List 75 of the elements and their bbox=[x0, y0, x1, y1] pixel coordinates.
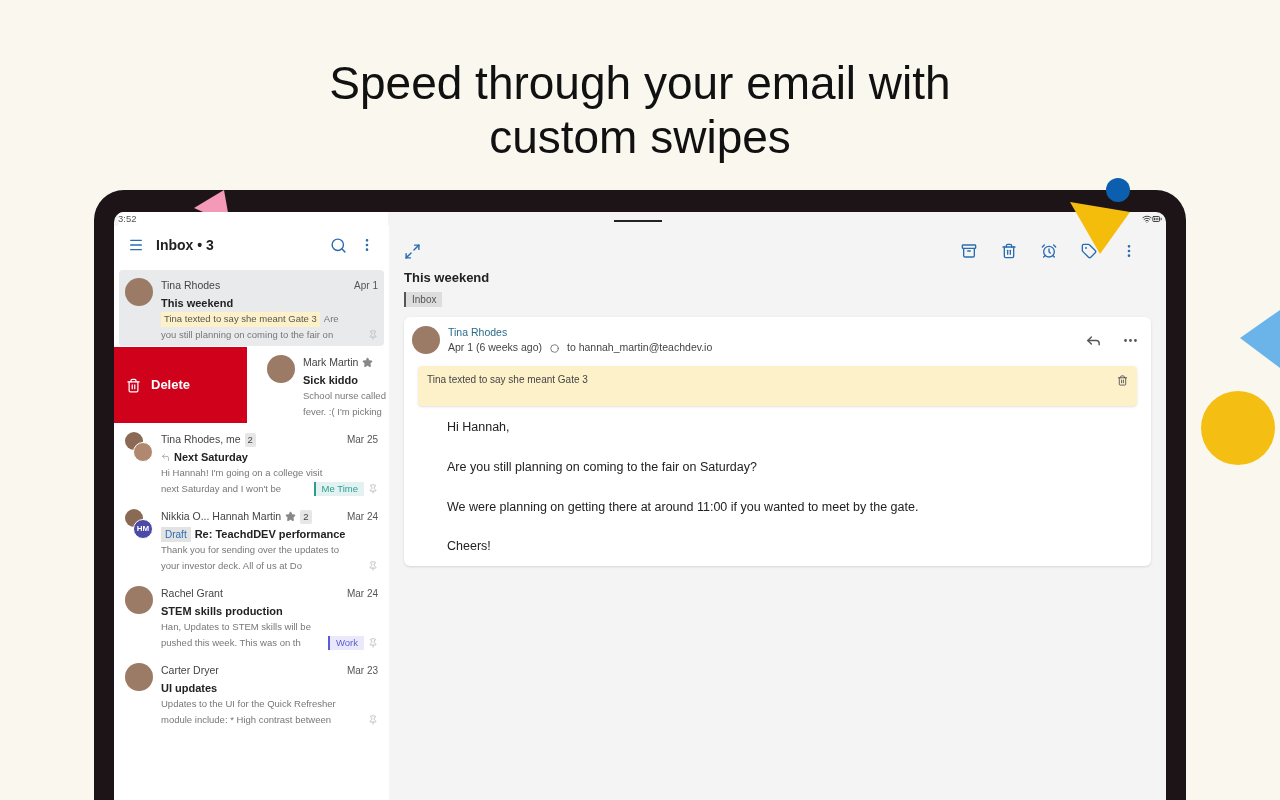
body-paragraph: Are you still planning on coming to the fair on Saturday? bbox=[447, 458, 758, 476]
avatar bbox=[125, 586, 153, 614]
email-subject: Re: TeachdDEV performance bbox=[194, 526, 346, 542]
dot-decoration bbox=[1105, 177, 1131, 203]
menu-icon[interactable] bbox=[128, 237, 144, 253]
email-subject: Next Saturday bbox=[174, 449, 248, 465]
email-subject: Sick kiddo bbox=[303, 372, 359, 388]
triangle-decoration bbox=[1240, 310, 1280, 370]
note-text: Tina texted to say she meant Gate 3 bbox=[427, 373, 589, 387]
email-preview: Hi Hannah! I'm going on a college visit bbox=[161, 466, 323, 481]
circle-icon bbox=[549, 343, 559, 353]
tag-label: Me Time bbox=[313, 481, 364, 496]
body-paragraph: Cheers! bbox=[447, 538, 492, 556]
avatar bbox=[133, 442, 153, 462]
email-preview: pushed this week. This was on th bbox=[161, 635, 301, 650]
sender-name: Tina Rhodes bbox=[161, 278, 221, 293]
email-date: Mar 25 bbox=[346, 433, 378, 448]
email-preview: Updates to the UI for the Quick Refresher bbox=[161, 697, 336, 712]
drag-handle[interactable] bbox=[614, 220, 662, 222]
wifi-icon bbox=[1142, 214, 1152, 224]
status-time: 3:52 bbox=[118, 212, 388, 227]
sender-name: Carter Dryer bbox=[161, 663, 219, 678]
headline: Speed through your email with custom swipes bbox=[328, 56, 952, 164]
avatar bbox=[267, 355, 295, 383]
email-subject: This weekend bbox=[161, 295, 234, 311]
sender-name: Tina Rhodes bbox=[448, 324, 509, 340]
body-paragraph: We were planning on getting there at around 11:00 if you wanted to meet by the gate. bbox=[447, 498, 920, 516]
note-highlight: Tina texted to say she meant Gate 3 bbox=[161, 312, 320, 327]
body-paragraph: Hi Hannah, bbox=[447, 419, 511, 436]
email-subject: STEM skills production bbox=[161, 603, 283, 619]
trash-icon[interactable] bbox=[1001, 243, 1017, 259]
draft-label: Draft bbox=[161, 526, 191, 542]
message-subject: This weekend bbox=[404, 269, 491, 287]
star-icon[interactable] bbox=[285, 511, 297, 523]
email-preview: your investor deck. All of us at Do bbox=[161, 558, 302, 573]
email-row[interactable]: Tina Rhodes Apr 1 This weekend Tina texted to say she meant Gate 3 Are you still planning on coming to the fair on bbox=[119, 270, 384, 346]
email-preview: Thank you for sending over the updates to bbox=[161, 543, 339, 558]
alarm-clock-icon[interactable] bbox=[1041, 243, 1057, 259]
email-date: Apr 1 bbox=[354, 279, 378, 294]
star-icon[interactable] bbox=[362, 357, 374, 369]
trash-icon[interactable] bbox=[1117, 375, 1128, 386]
inbox-title: Inbox • 3 bbox=[156, 235, 214, 255]
sender-name: Tina Rhodes, me bbox=[161, 432, 241, 447]
archive-icon[interactable] bbox=[961, 243, 977, 259]
avatar bbox=[412, 326, 440, 355]
message-date: Apr 1 (6 weeks ago) bbox=[448, 340, 542, 356]
sender-name: Mark Martin bbox=[303, 355, 359, 370]
delete-swipe-action[interactable]: Delete bbox=[114, 347, 247, 423]
sender-name: Rachel Grant bbox=[161, 586, 223, 601]
tag-label: Work bbox=[328, 635, 364, 650]
folder-label: Inbox bbox=[404, 291, 443, 307]
initials-avatar: HM bbox=[133, 519, 153, 539]
tag-icon[interactable] bbox=[1081, 243, 1097, 259]
email-preview: module include: * High contrast between bbox=[161, 712, 332, 727]
thread-count: 2 bbox=[300, 509, 312, 524]
email-preview: Are bbox=[323, 312, 339, 327]
email-date: Mar 23 bbox=[346, 664, 378, 679]
email-preview: School nurse called bbox=[303, 389, 386, 404]
email-preview: next Saturday and I won't be bbox=[161, 481, 282, 496]
triangle-decoration bbox=[1070, 200, 1132, 255]
avatar bbox=[125, 663, 153, 691]
trash-icon bbox=[126, 377, 141, 393]
email-preview: Han, Updates to STEM skills will be bbox=[161, 620, 311, 635]
sender-name: Nikkia O... Hannah Martin bbox=[161, 509, 282, 524]
email-preview: you still planning on coming to the fair on bbox=[161, 327, 334, 342]
email-subject: UI updates bbox=[161, 680, 218, 696]
email-preview: fever. :( I'm picking bbox=[303, 404, 382, 419]
email-date: Mar 24 bbox=[346, 587, 378, 602]
recipient: to hannah_martin@teachdev.io bbox=[566, 340, 713, 356]
battery-icon bbox=[1152, 214, 1162, 224]
avatar bbox=[125, 278, 153, 306]
expand-icon[interactable] bbox=[404, 242, 421, 260]
search-icon[interactable] bbox=[330, 236, 347, 254]
thread-count: 2 bbox=[244, 432, 256, 447]
email-date: Mar 24 bbox=[346, 510, 378, 525]
